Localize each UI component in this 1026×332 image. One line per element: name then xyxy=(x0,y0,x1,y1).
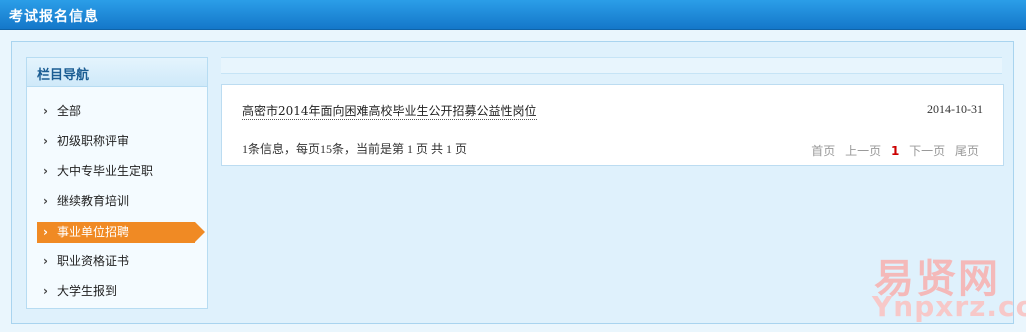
article-date: 2014-10-31 xyxy=(927,102,983,116)
sidebar-header: 栏目导航 xyxy=(27,58,207,87)
title-bar: 考试报名信息 xyxy=(0,0,1026,30)
chevron-right-icon: › xyxy=(43,254,48,268)
prev-page-link[interactable]: 上一页 xyxy=(845,144,881,158)
chevron-right-icon: › xyxy=(43,194,48,208)
sidebar-item-public-institution-recruitment[interactable]: › 事业单位招聘 xyxy=(37,222,205,243)
page-title: 考试报名信息 xyxy=(9,9,99,25)
next-page-link[interactable]: 下一页 xyxy=(909,144,945,158)
sidebar-item-label: 事业单位招聘 xyxy=(57,225,130,239)
sidebar-item-label: 大中专毕业生定职 xyxy=(57,164,154,178)
sidebar-item-graduate-rating[interactable]: › 大中专毕业生定职 xyxy=(37,161,195,182)
content-header-bar xyxy=(221,57,1002,74)
article-link[interactable]: 高密市2014年面向困难高校毕业生公开招募公益性岗位 xyxy=(242,102,537,120)
chevron-right-icon: › xyxy=(43,134,48,148)
chevron-right-icon: › xyxy=(43,284,48,298)
sidebar-item-qualification-certificate[interactable]: › 职业资格证书 xyxy=(37,251,195,272)
sidebar-item-junior-title-review[interactable]: › 初级职称评审 xyxy=(37,131,195,152)
sidebar-item-all[interactable]: › 全部 xyxy=(37,101,195,122)
chevron-right-icon: › xyxy=(43,104,48,118)
sidebar-item-label: 全部 xyxy=(57,104,82,118)
last-page-link[interactable]: 尾页 xyxy=(955,144,979,158)
sidebar-item-label: 职业资格证书 xyxy=(57,254,130,268)
watermark-logo: 易贤网 Ynpxrz.com xyxy=(868,246,1026,332)
sidebar-title: 栏目导航 xyxy=(37,68,90,83)
article-list: 高密市2014年面向困难高校毕业生公开招募公益性岗位 2014-10-31 1条… xyxy=(221,84,1004,166)
sidebar-item-label: 初级职称评审 xyxy=(57,134,130,148)
first-page-link[interactable]: 首页 xyxy=(811,144,835,158)
pagination-info: 1条信息，每页15条，当前是第 1 页 共 1 页 xyxy=(242,142,468,156)
pagination: 首页 上一页 1 下一页 尾页 xyxy=(805,142,979,159)
chevron-right-icon: › xyxy=(43,164,48,178)
sidebar-item-continuing-education[interactable]: › 继续教育培训 xyxy=(37,191,195,212)
sidebar-item-label: 大学生报到 xyxy=(57,284,118,298)
watermark-en: Ynpxrz.com xyxy=(872,290,1026,323)
sidebar-item-graduate-registration[interactable]: › 大学生报到 xyxy=(37,281,195,302)
sidebar: 栏目导航 › 全部 › 初级职称评审 › 大中专毕业生定职 › 继续教育培训 ›… xyxy=(26,57,208,309)
chevron-right-icon: › xyxy=(43,225,48,239)
current-page-number: 1 xyxy=(890,144,900,158)
sidebar-item-label: 继续教育培训 xyxy=(57,194,130,208)
